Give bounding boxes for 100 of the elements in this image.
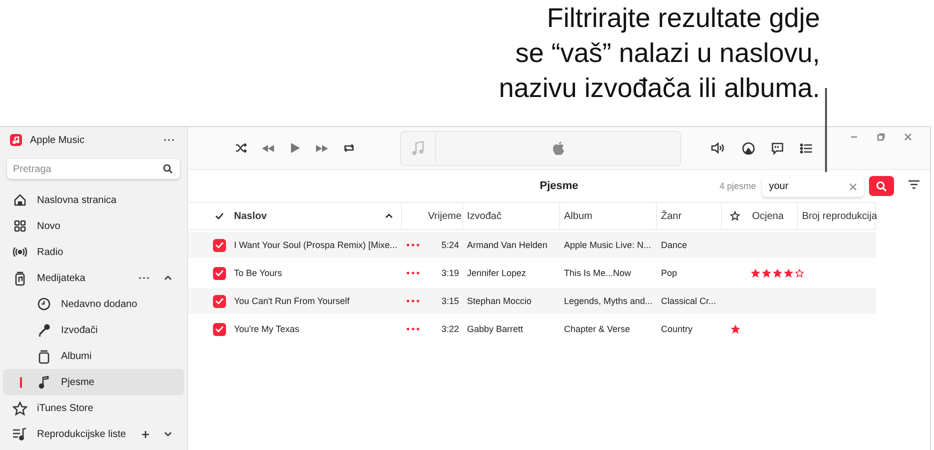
more-icon[interactable] [406, 243, 420, 247]
play-icon[interactable] [289, 142, 301, 154]
more-icon[interactable] [138, 276, 150, 280]
sidebar-item[interactable]: Radio [3, 239, 184, 265]
album-name: This Is Me...Now [564, 268, 632, 278]
shuffle-icon[interactable] [235, 143, 247, 153]
sidebar-label: Naslovna stranica [37, 194, 118, 206]
sidebar-label: Reprodukcijske liste [37, 428, 127, 440]
playlist-icon [12, 427, 28, 441]
callout-text: Filtrirajte rezultate gdje [546, 2, 820, 35]
star-icon[interactable] [795, 268, 804, 278]
column-header[interactable]: Ocjena [748, 203, 798, 229]
chevron-icon[interactable] [385, 213, 393, 219]
star-icon [12, 400, 28, 416]
lyrics-icon[interactable] [771, 142, 784, 154]
album-name: Legends, Myths and... [564, 296, 653, 306]
rewind-icon[interactable] [261, 144, 275, 152]
more-icon[interactable] [406, 299, 420, 303]
sidebar-item[interactable]: Reprodukcijske liste [3, 421, 184, 447]
sidebar-item[interactable]: Izvođači [3, 317, 184, 343]
sidebar-item[interactable]: iTunes Store [3, 395, 184, 421]
song-title: I Want Your Soul (Prospa Remix) [Mixe... [234, 240, 398, 250]
song-title: You're My Texas [234, 324, 300, 334]
column-header[interactable]: Naslov [230, 203, 402, 229]
checkbox[interactable] [212, 322, 226, 336]
table-row[interactable]: I Want Your Soul (Prospa Remix) [Mixe... 5:24 Armand Van Helden Apple Music Live: N... Dance [188, 232, 876, 258]
column-header[interactable]: Vrijeme [424, 203, 463, 229]
music-note-icon [38, 375, 50, 389]
sidebar-item[interactable]: Pjesme [3, 369, 184, 395]
sidebar-label: Novo [37, 220, 62, 232]
app-logo-icon [10, 134, 22, 146]
sidebar-item[interactable]: Nedavno dodano [3, 291, 184, 317]
column-header[interactable]: Broj reprodukcija [798, 203, 876, 229]
home-icon [13, 193, 27, 207]
search-icon [876, 180, 887, 192]
repeat-icon[interactable] [343, 143, 355, 153]
sidebar-label: Pjesme [61, 376, 96, 388]
star-icon[interactable] [751, 268, 760, 278]
sidebar-item[interactable]: Medijateka [3, 265, 184, 291]
sidebar-label: iTunes Store [37, 402, 94, 414]
table-row[interactable]: You Can't Run From Yourself 3:15 Stephan Moccio Legends, Myths and... Classical Cr... [188, 288, 876, 314]
restore-icon[interactable] [876, 132, 886, 142]
radio-icon [12, 245, 28, 259]
genre-name: Dance [661, 240, 688, 250]
star-icon[interactable] [762, 268, 771, 278]
artist-name: Gabby Barrett [467, 324, 524, 334]
callout-text: se “vaš” nalazi u naslovu, [514, 37, 820, 70]
more-icon[interactable] [163, 138, 175, 142]
music-note-icon [411, 140, 425, 156]
sidebar-item[interactable]: Naslovna stranica [3, 187, 184, 213]
callout-text: nazivu izvođača ili albuma. [498, 72, 820, 105]
app-title: Apple Music [30, 134, 86, 146]
plus-icon[interactable] [141, 430, 150, 438]
song-count: 4 pjesme [719, 181, 756, 191]
checkbox[interactable] [212, 238, 226, 252]
fast-forward-icon[interactable] [315, 144, 329, 152]
song-time: 3:19 [441, 268, 459, 278]
sidebar-label: Nedavno dodano [61, 298, 138, 310]
search-field[interactable]: Pretraga [7, 159, 180, 179]
sidebar-label: Medijateka [37, 272, 86, 284]
sidebar-label: Izvođači [61, 324, 99, 336]
checkbox[interactable] [212, 266, 226, 280]
close-icon[interactable] [903, 132, 913, 142]
checkmark-icon [214, 212, 224, 220]
star-icon[interactable] [730, 324, 740, 334]
genre-name: Classical Cr... [661, 296, 716, 306]
volume-icon[interactable] [711, 142, 726, 154]
chevron-icon[interactable] [164, 431, 172, 437]
song-time: 5:24 [441, 240, 459, 250]
artist-name: Stephan Moccio [467, 296, 532, 306]
star-icon [730, 211, 740, 221]
table-row[interactable]: To Be Yours 3:19 Jennifer Lopez This Is Me...Now Pop [188, 260, 876, 286]
sidebar-item[interactable]: Novo [3, 213, 184, 239]
sidebar-item[interactable]: Albumi [3, 343, 184, 369]
genre-name: Country [661, 324, 693, 334]
search-button[interactable] [869, 176, 894, 196]
column-header[interactable]: Žanr [657, 203, 722, 229]
grid-icon [13, 219, 27, 233]
star-icon[interactable] [784, 268, 793, 278]
artist-name: Jennifer Lopez [467, 268, 526, 278]
more-icon[interactable] [406, 327, 420, 331]
star-icon[interactable] [773, 268, 782, 278]
table-row[interactable]: You're My Texas 3:22 Gabby Barrett Chapter & Verse Country [188, 316, 876, 342]
column-header[interactable]: Album [560, 203, 657, 229]
clock-icon [37, 297, 51, 311]
filter-field[interactable]: your [762, 176, 864, 196]
airplay-icon[interactable] [742, 142, 755, 154]
chevron-icon[interactable] [164, 275, 172, 281]
checkbox[interactable] [212, 294, 226, 308]
column-header[interactable]: Izvođač [463, 203, 560, 229]
album-icon [37, 348, 51, 364]
microphone-icon [37, 323, 51, 337]
song-title: You Can't Run From Yourself [234, 296, 350, 306]
library-icon [13, 270, 27, 286]
list-icon[interactable] [800, 142, 813, 154]
sidebar-label: Radio [37, 246, 64, 258]
filter-icon[interactable] [908, 180, 920, 189]
artist-name: Armand Van Helden [467, 240, 548, 250]
clear-icon[interactable] [849, 182, 857, 190]
more-icon[interactable] [406, 271, 420, 275]
